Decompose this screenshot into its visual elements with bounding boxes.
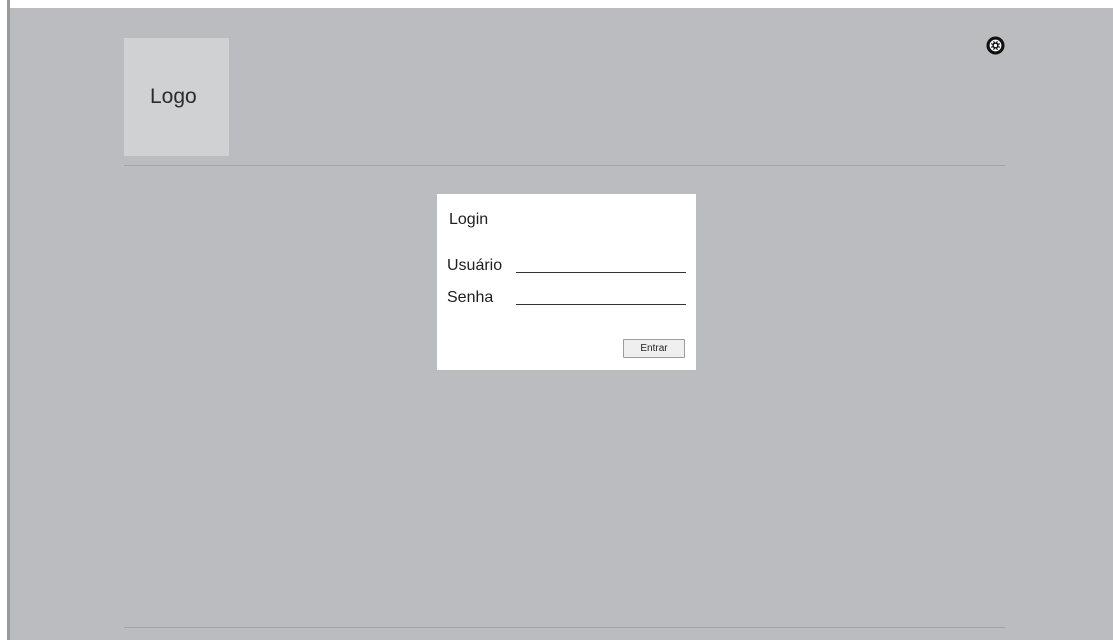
footer-divider [124, 627, 1005, 628]
password-field[interactable] [516, 288, 686, 305]
header-divider [124, 165, 1005, 166]
login-panel: Login Usuário Senha Entrar [437, 194, 696, 370]
enter-button[interactable]: Entrar [623, 339, 685, 358]
logo: Logo [124, 38, 229, 156]
username-label: Usuário [447, 257, 503, 274]
password-label: Senha [447, 289, 494, 306]
logo-text: Logo [150, 85, 197, 108]
settings-icon[interactable] [986, 36, 1005, 55]
page-canvas: Logo Login Usuário Senha Entrar [10, 8, 1113, 640]
top-margin [0, 0, 1113, 8]
login-title: Login [449, 211, 489, 228]
username-field[interactable] [516, 256, 686, 273]
